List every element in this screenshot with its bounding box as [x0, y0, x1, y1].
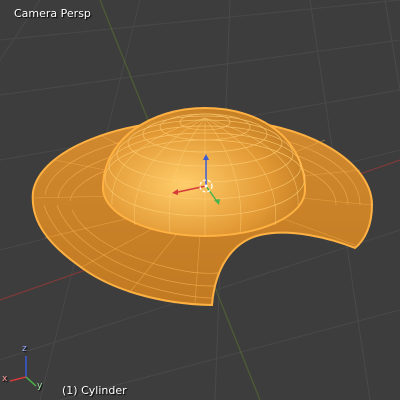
3d-scene[interactable] [0, 0, 400, 400]
axis-label-y: y [37, 381, 43, 391]
active-object-label: (1) Cylinder [62, 384, 127, 397]
axis-label-z: z [22, 344, 27, 354]
axis-label-x: x [2, 374, 8, 384]
3d-viewport[interactable]: Camera Persp (1) Cylinder z x y [0, 0, 400, 400]
orientation-axes-icon [9, 356, 37, 387]
view-name-label: Camera Persp [14, 7, 91, 20]
